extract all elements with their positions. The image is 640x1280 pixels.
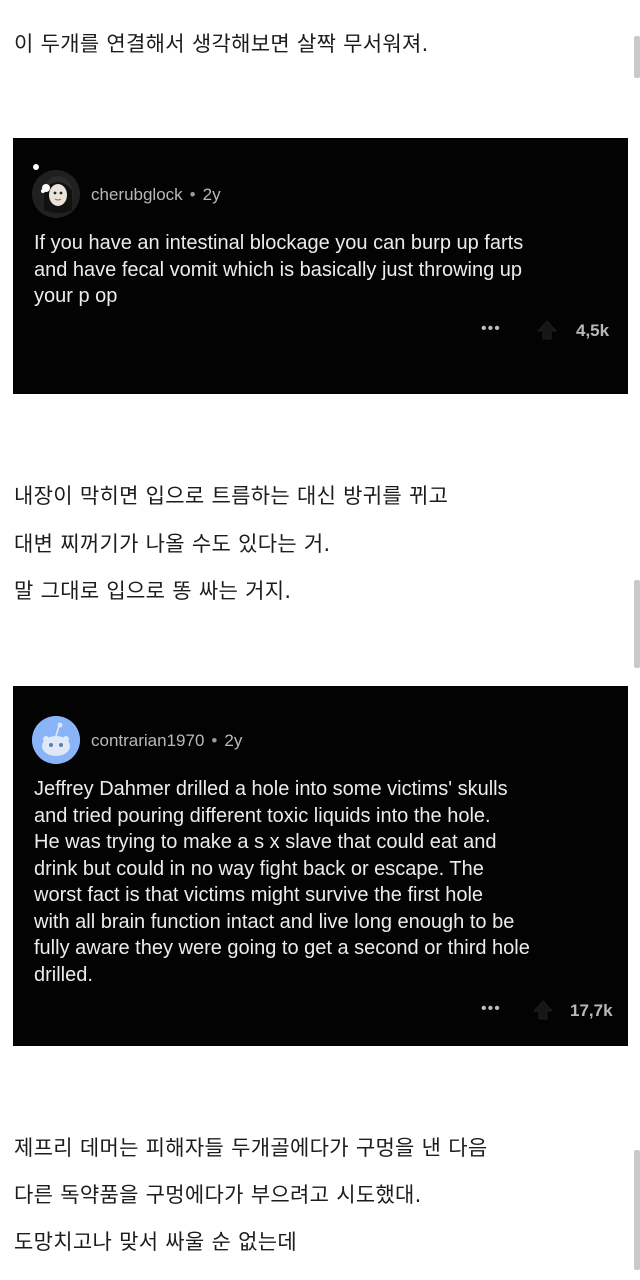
- more-dots-icon[interactable]: •••: [481, 320, 501, 338]
- snoo-avatar-icon: [32, 716, 80, 764]
- scrollbar[interactable]: [632, 0, 640, 1280]
- more-dots-icon[interactable]: •••: [481, 1000, 501, 1018]
- meta-separator: •: [189, 185, 196, 204]
- comment-card: contrarian1970 • 2y Jeffrey Dahmer drilled…: [13, 686, 628, 1046]
- comment-meta: contrarian1970 • 2y: [91, 731, 242, 751]
- upvote-arrow-icon[interactable]: [535, 318, 559, 342]
- username[interactable]: contrarian1970: [91, 731, 204, 750]
- comment-age: 2y: [224, 731, 243, 750]
- comment-card: cherubglock • 2y If you have an intestinal…: [13, 138, 628, 394]
- scrollbar-thumb[interactable]: [634, 1150, 640, 1270]
- username[interactable]: cherubglock: [91, 185, 183, 204]
- avatar[interactable]: [32, 716, 80, 764]
- vote-count: 4,5k: [576, 321, 610, 340]
- meta-separator: •: [211, 731, 218, 750]
- comment-age: 2y: [202, 185, 221, 204]
- explanation-line: 말 그대로 입으로 똥 싸는 거지.: [14, 579, 292, 603]
- upvote-arrow-icon[interactable]: [531, 998, 555, 1022]
- scrollbar-thumb[interactable]: [634, 36, 640, 78]
- comment-meta: cherubglock • 2y: [91, 185, 221, 205]
- speck: [33, 164, 39, 170]
- avatar-cherub-icon: [32, 170, 80, 218]
- explanation-line: 내장이 막히면 입으로 트름하는 대신 방귀를 뀌고: [14, 484, 449, 508]
- explanation-line: 다른 독약품을 구멍에다가 부으려고 시도했대.: [14, 1183, 422, 1207]
- intro-text: 이 두개를 연결해서 생각해보면 살짝 무서워져.: [14, 32, 429, 56]
- avatar[interactable]: [32, 170, 80, 218]
- vote-count: 17,7k: [570, 1001, 613, 1020]
- scrollbar-thumb[interactable]: [634, 580, 640, 668]
- comment-body: Jeffrey Dahmer drilled a hole into some …: [34, 778, 530, 986]
- explanation-line: 제프리 데머는 피해자들 두개골에다가 구멍을 낸 다음: [14, 1136, 488, 1160]
- explanation-line: 도망치고나 맞서 싸울 순 없는데: [14, 1230, 297, 1254]
- comment-body: If you have an intestinal blockage you c…: [34, 232, 524, 307]
- explanation-line: 대변 찌꺼기가 나올 수도 있다는 거.: [14, 532, 331, 556]
